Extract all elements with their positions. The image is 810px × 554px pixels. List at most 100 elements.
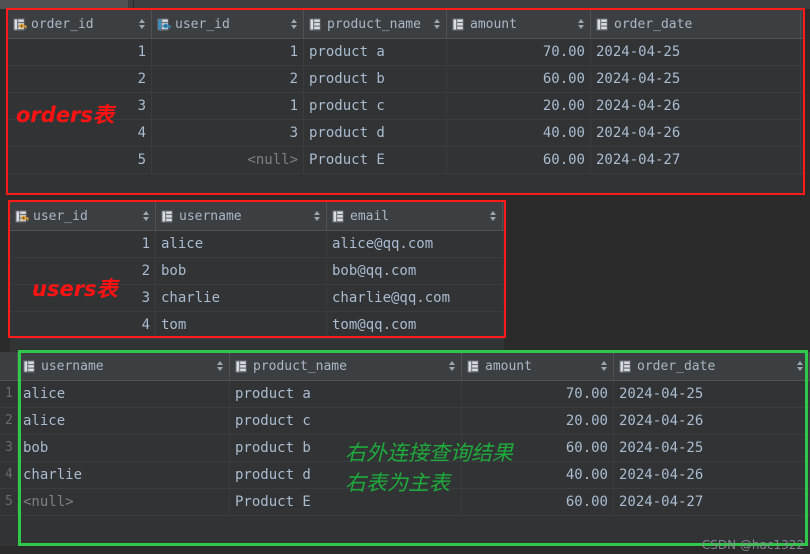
table-primary-key-icon — [15, 210, 29, 223]
sort-arrows-icon[interactable] — [291, 18, 298, 30]
column-header-amount[interactable]: amount — [462, 352, 614, 380]
cell-order_date[interactable]: 2024-04-27 — [614, 489, 810, 515]
cell-order_date[interactable]: 2024-04-27 — [591, 147, 801, 173]
cell-email[interactable]: bob@qq.com — [327, 258, 503, 284]
sort-arrows-icon[interactable] — [314, 210, 321, 222]
cell-user_id[interactable]: 1 — [10, 231, 156, 257]
cell-user_id[interactable]: 4 — [10, 312, 156, 338]
column-header-label: username — [41, 358, 104, 374]
column-header-order_date[interactable]: order_date — [614, 352, 810, 380]
cell-email[interactable]: charlie@qq.com — [327, 285, 503, 311]
cell-product_name[interactable]: product a — [304, 39, 447, 65]
row-number: 3 — [0, 435, 18, 461]
column-header-user_id[interactable]: user_id — [152, 10, 304, 38]
cell-amount[interactable]: 70.00 — [462, 381, 614, 407]
cell-username[interactable]: <null> — [18, 489, 230, 515]
column-header-email[interactable]: email — [327, 202, 503, 230]
cell-order_date[interactable]: 2024-04-25 — [591, 66, 801, 92]
cell-product_name[interactable]: Product E — [304, 147, 447, 173]
cell-product_name[interactable]: product c — [230, 408, 462, 434]
cell-amount[interactable]: 70.00 — [447, 39, 591, 65]
sort-arrows-icon[interactable] — [143, 210, 150, 222]
table-column-icon — [332, 210, 345, 223]
cell-order_id[interactable]: 5 — [8, 147, 152, 173]
users-result-grid[interactable]: user_id username email 1 alice alice@qq.com 2 b… — [10, 202, 504, 357]
cell-user_id[interactable]: 2 — [152, 66, 304, 92]
orders-result-grid[interactable]: order_id user_id product_name amount order_d… — [8, 10, 803, 193]
table-row[interactable]: 4 tom tom@qq.com — [10, 312, 504, 339]
cell-amount[interactable]: 60.00 — [447, 147, 591, 173]
cell-order_date[interactable]: 2024-04-25 — [614, 381, 810, 407]
result-annotation-line2: 右表为主表 — [345, 471, 450, 495]
cell-user_id[interactable]: 1 — [152, 39, 304, 65]
cell-order_date[interactable]: 2024-04-25 — [614, 435, 810, 461]
column-header-order_date[interactable]: order_date — [591, 10, 801, 38]
column-header-amount[interactable]: amount — [447, 10, 591, 38]
cell-user_id[interactable]: 3 — [152, 120, 304, 146]
column-header-label: amount — [485, 358, 532, 374]
cell-product_name[interactable]: product a — [230, 381, 462, 407]
sort-arrows-icon[interactable] — [578, 18, 585, 30]
cell-order_date[interactable]: 2024-04-26 — [591, 120, 801, 146]
cell-product_name[interactable]: product b — [304, 66, 447, 92]
cell-order_date[interactable]: 2024-04-26 — [614, 408, 810, 434]
column-header-order_id[interactable]: order_id — [8, 10, 152, 38]
cell-username[interactable]: alice — [18, 408, 230, 434]
sort-arrows-icon[interactable] — [217, 360, 224, 372]
table-row[interactable]: 2 2 product b 60.00 2024-04-25 — [8, 66, 803, 93]
cell-product_name[interactable]: product c — [304, 93, 447, 119]
sort-arrows-icon[interactable] — [490, 210, 497, 222]
column-header-product_name[interactable]: product_name — [230, 352, 462, 380]
cell-username[interactable]: alice — [18, 381, 230, 407]
column-header-username[interactable]: username — [156, 202, 327, 230]
sort-arrows-icon[interactable] — [797, 360, 804, 372]
column-header-product_name[interactable]: product_name — [304, 10, 447, 38]
cell-email[interactable]: alice@qq.com — [327, 231, 503, 257]
cell-order_date[interactable]: 2024-04-26 — [614, 462, 810, 488]
editor-tab-strip — [0, 0, 810, 9]
cell-user_id[interactable]: <null> — [152, 147, 304, 173]
sort-arrows-icon[interactable] — [601, 360, 608, 372]
table-row[interactable]: 4 3 product d 40.00 2024-04-26 — [8, 120, 803, 147]
table-column-icon — [161, 210, 174, 223]
cell-username[interactable]: bob — [18, 435, 230, 461]
column-header-label: amount — [470, 16, 517, 32]
cell-username[interactable]: charlie — [18, 462, 230, 488]
table-row[interactable]: 1 alice alice@qq.com — [10, 231, 504, 258]
sort-arrows-icon[interactable] — [449, 360, 456, 372]
cell-order_date[interactable]: 2024-04-26 — [591, 93, 801, 119]
column-header-label: product_name — [253, 358, 347, 374]
table-row[interactable]: 1 1 product a 70.00 2024-04-25 — [8, 39, 803, 66]
sort-arrows-icon[interactable] — [139, 18, 146, 30]
active-tab-edge[interactable] — [0, 0, 128, 9]
cell-username[interactable]: alice — [156, 231, 327, 257]
cell-product_name[interactable]: product d — [304, 120, 447, 146]
cell-email[interactable]: tom@qq.com — [327, 312, 503, 338]
cell-username[interactable]: charlie — [156, 285, 327, 311]
row-number: 1 — [0, 381, 18, 407]
table-row[interactable]: 2 alice product c 20.00 2024-04-26 — [0, 408, 810, 435]
table-row[interactable]: 3 1 product c 20.00 2024-04-26 — [8, 93, 803, 120]
table-header-row: username product_name amount order_date — [0, 352, 810, 381]
sort-arrows-icon[interactable] — [434, 18, 441, 30]
column-header-user_id[interactable]: user_id — [10, 202, 156, 230]
cell-user_id[interactable]: 1 — [152, 93, 304, 119]
cell-amount[interactable]: 60.00 — [462, 489, 614, 515]
cell-amount[interactable]: 20.00 — [447, 93, 591, 119]
cell-amount[interactable]: 40.00 — [447, 120, 591, 146]
cell-username[interactable]: tom — [156, 312, 327, 338]
table-column-icon — [467, 360, 480, 373]
result-grid-screen: order_id user_id product_name amount order_d… — [0, 0, 810, 554]
table-column-icon — [452, 18, 465, 31]
row-number-header — [0, 352, 18, 380]
cell-amount[interactable]: 20.00 — [462, 408, 614, 434]
cell-order_id[interactable]: 1 — [8, 39, 152, 65]
cell-order_date[interactable]: 2024-04-25 — [591, 39, 801, 65]
cell-amount[interactable]: 60.00 — [447, 66, 591, 92]
cell-username[interactable]: bob — [156, 258, 327, 284]
table-row[interactable]: 1 alice product a 70.00 2024-04-25 — [0, 381, 810, 408]
column-header-username[interactable]: username — [18, 352, 230, 380]
table-row[interactable]: 5 <null> Product E 60.00 2024-04-27 — [8, 147, 803, 174]
tab-separator — [133, 0, 134, 9]
cell-order_id[interactable]: 2 — [8, 66, 152, 92]
